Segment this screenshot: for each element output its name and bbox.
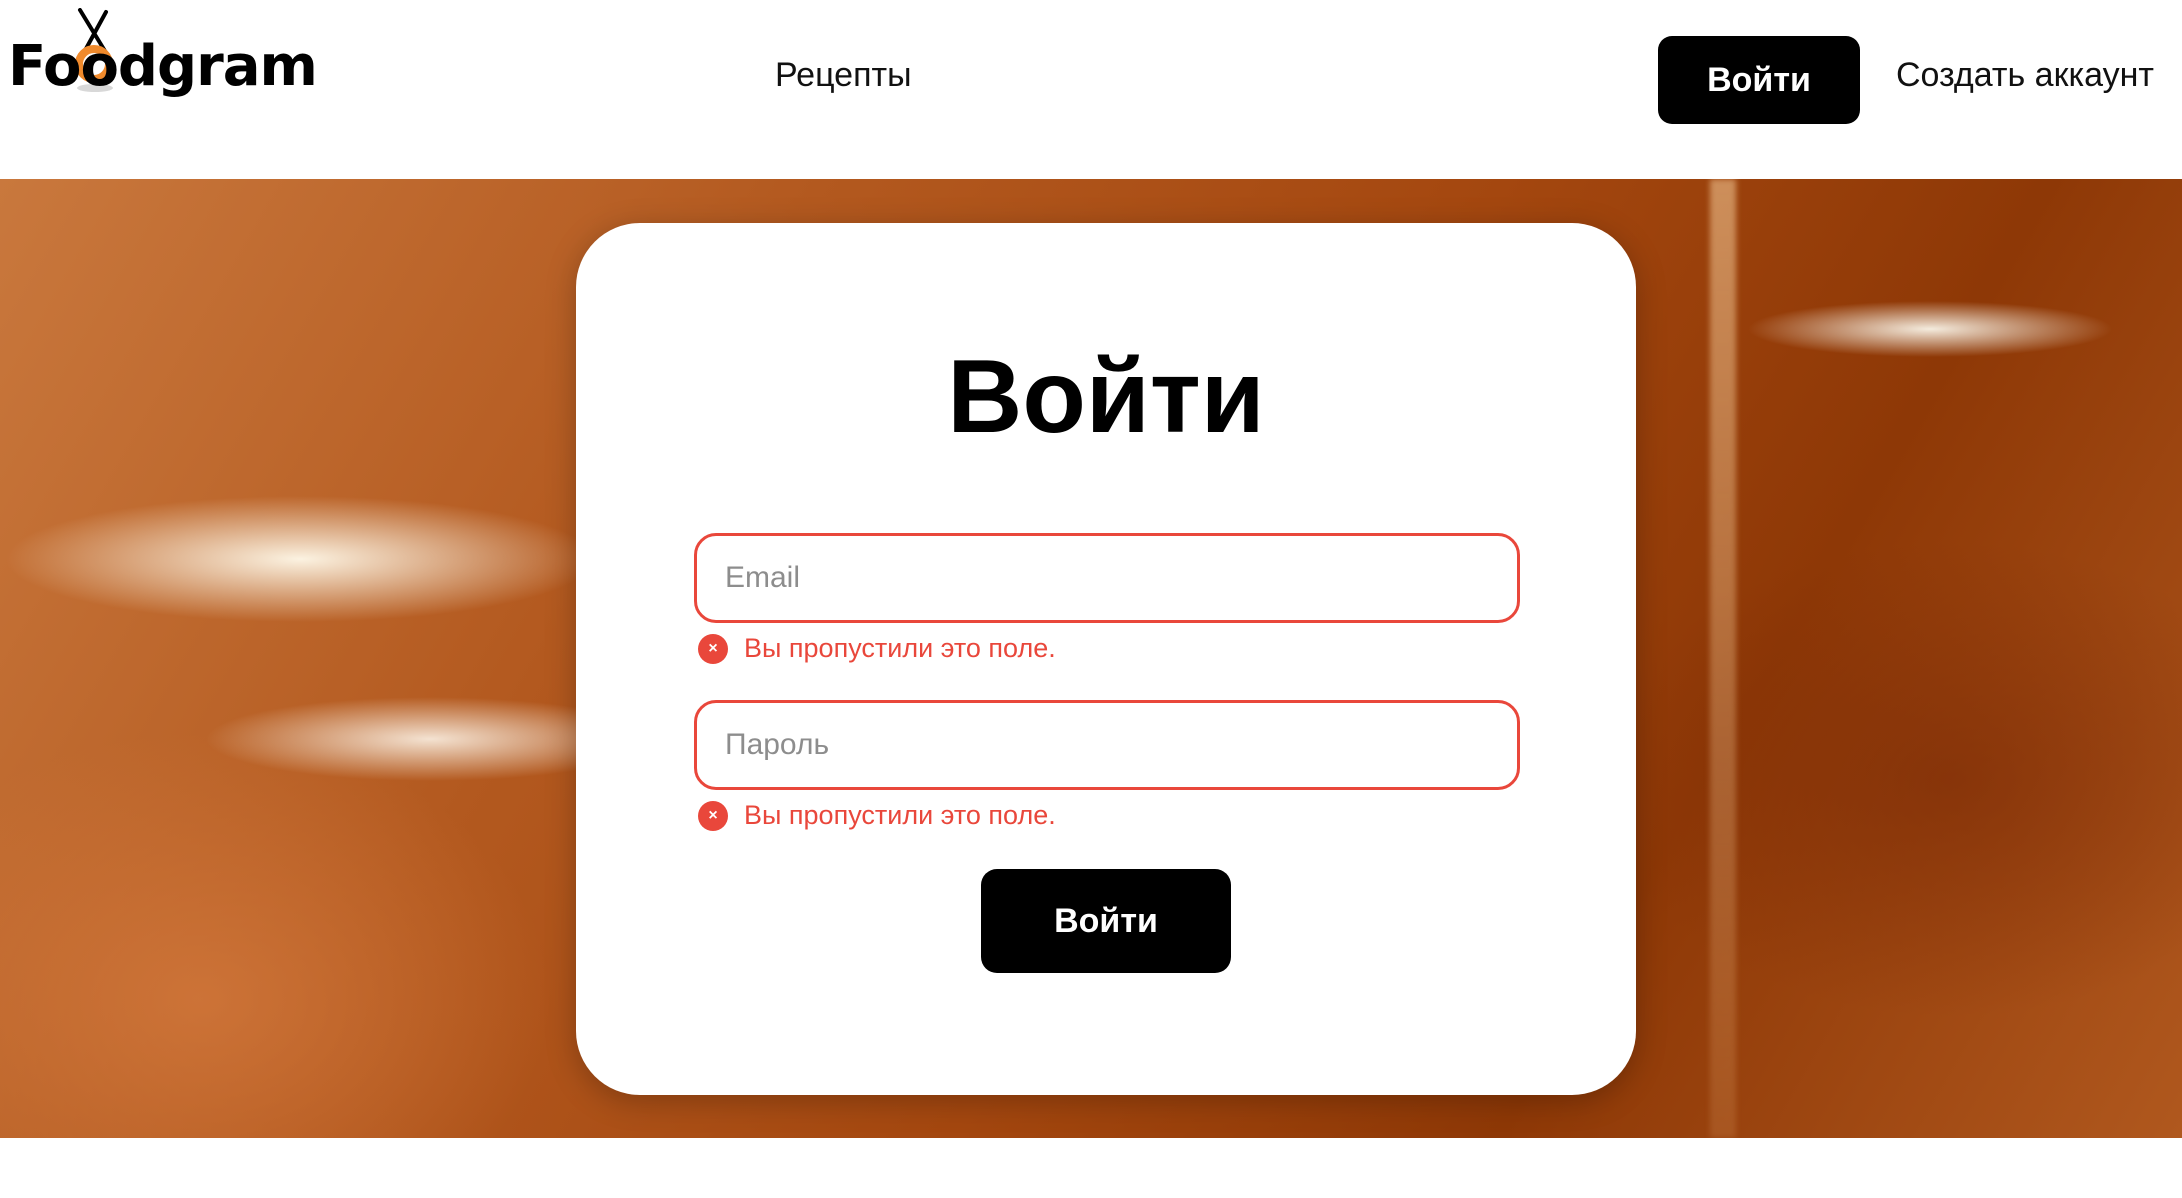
password-error-text: Вы пропустили это поле. bbox=[744, 800, 1056, 830]
error-circle-icon: × bbox=[698, 633, 728, 664]
honey-stream-decoration bbox=[1710, 179, 1736, 1138]
top-navbar: Foodgram Рецепты Войти Создать аккаунт bbox=[0, 0, 2182, 179]
password-error-message: × Вы пропустили это поле. bbox=[698, 800, 1056, 831]
header-login-button[interactable]: Войти bbox=[1658, 36, 1860, 124]
nav-link-recipes[interactable]: Рецепты bbox=[775, 56, 912, 95]
login-title: Войти bbox=[947, 339, 1265, 455]
error-circle-icon: × bbox=[698, 800, 728, 831]
logo-wordmark: Foodgram bbox=[8, 34, 318, 99]
login-submit-button[interactable]: Войти bbox=[981, 869, 1231, 973]
password-field[interactable] bbox=[694, 700, 1520, 790]
email-field[interactable] bbox=[694, 533, 1520, 623]
email-error-message: × Вы пропустили это поле. bbox=[698, 633, 1056, 664]
login-card: Войти × Вы пропустили это поле. × Вы про… bbox=[576, 223, 1636, 1095]
foodgram-logo[interactable]: Foodgram bbox=[8, 8, 320, 99]
email-error-text: Вы пропустили это поле. bbox=[744, 633, 1056, 663]
signup-link[interactable]: Создать аккаунт bbox=[1896, 56, 2154, 95]
